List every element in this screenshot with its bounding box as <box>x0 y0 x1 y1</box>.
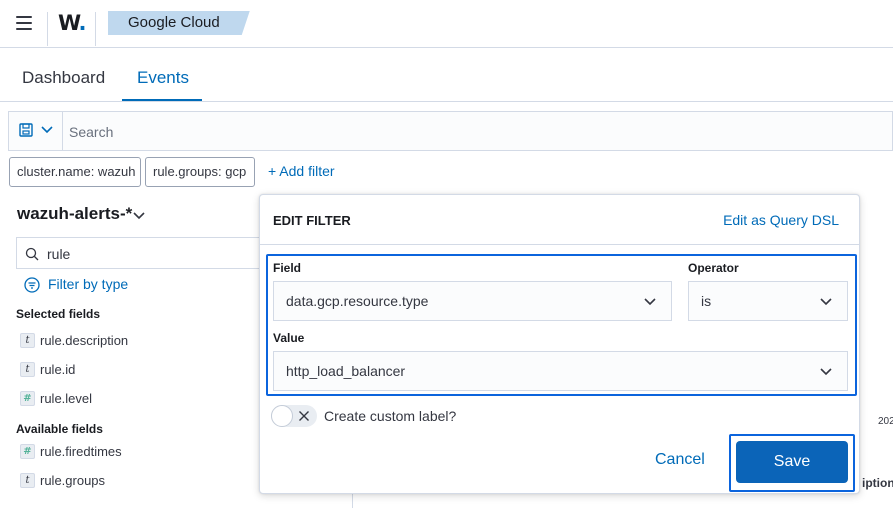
field-name: rule.description <box>40 333 129 348</box>
query-bar <box>8 111 893 151</box>
custom-label-text: Create custom label? <box>324 408 457 424</box>
operator-select-value: is <box>701 293 712 309</box>
field-select-value: data.gcp.resource.type <box>286 293 429 309</box>
edit-as-query-dsl-link[interactable]: Edit as Query DSL <box>723 212 839 228</box>
timestamp-fragment: 202 <box>878 416 893 427</box>
value-label: Value <box>273 331 305 345</box>
active-tab-indicator <box>122 99 202 101</box>
operator-select[interactable]: is <box>688 281 848 321</box>
selected-fields-title: Selected fields <box>16 307 101 321</box>
search-input[interactable] <box>69 120 869 144</box>
string-type-icon: t <box>20 473 35 488</box>
save-icon <box>19 123 33 137</box>
header-divider <box>47 12 48 46</box>
chevron-down-icon[interactable] <box>132 211 146 221</box>
add-filter-button[interactable]: + Add filter <box>268 163 335 179</box>
chevron-down-icon <box>644 298 656 306</box>
chevron-down-icon <box>41 126 53 134</box>
operator-label: Operator <box>688 261 739 275</box>
save-button[interactable]: Save <box>736 441 848 483</box>
header-divider <box>95 12 96 46</box>
tab-events[interactable]: Events <box>137 68 189 88</box>
switch-knob <box>271 405 293 427</box>
number-type-icon: # <box>20 391 35 406</box>
filter-pill-rule-groups[interactable]: rule.groups: gcp <box>145 157 255 187</box>
field-select[interactable]: data.gcp.resource.type <box>273 281 672 321</box>
module-tabs: Dashboard Events <box>0 56 893 102</box>
saved-query-button[interactable] <box>9 112 63 150</box>
edit-filter-popover: EDIT FILTER Edit as Query DSL Field data… <box>259 194 860 494</box>
chevron-down-icon <box>820 298 832 306</box>
chevron-down-icon <box>820 368 832 376</box>
filter-by-type-label: Filter by type <box>48 276 129 292</box>
custom-label-switch[interactable] <box>271 405 317 427</box>
top-header: W. Google Cloud <box>0 0 893 48</box>
cancel-button[interactable]: Cancel <box>655 451 705 469</box>
wazuh-logo[interactable]: W. <box>58 11 86 35</box>
field-name: rule.id <box>40 362 76 377</box>
column-header-fragment: iption <box>862 476 893 490</box>
index-pattern-selector[interactable]: wazuh-alerts-* <box>17 204 132 224</box>
filter-pill-cluster[interactable]: cluster.name: wazuh <box>9 157 141 187</box>
filter-icon <box>24 277 40 293</box>
search-icon <box>25 247 39 261</box>
string-type-icon: t <box>20 362 35 377</box>
popover-title: EDIT FILTER <box>273 213 351 228</box>
breadcrumb[interactable]: Google Cloud <box>108 11 250 35</box>
number-type-icon: # <box>20 444 35 459</box>
field-label: Field <box>273 261 302 275</box>
available-fields-title: Available fields <box>16 422 103 436</box>
value-select-value: http_load_balancer <box>286 363 406 379</box>
string-type-icon: t <box>20 333 35 348</box>
field-name: rule.level <box>40 391 93 406</box>
value-select[interactable]: http_load_balancer <box>273 351 848 391</box>
close-icon <box>299 411 309 421</box>
field-name: rule.groups <box>40 473 106 488</box>
menu-icon[interactable] <box>16 16 32 30</box>
popover-header: EDIT FILTER Edit as Query DSL <box>260 195 859 245</box>
field-name: rule.firedtimes <box>40 444 122 459</box>
tab-dashboard[interactable]: Dashboard <box>22 68 105 88</box>
